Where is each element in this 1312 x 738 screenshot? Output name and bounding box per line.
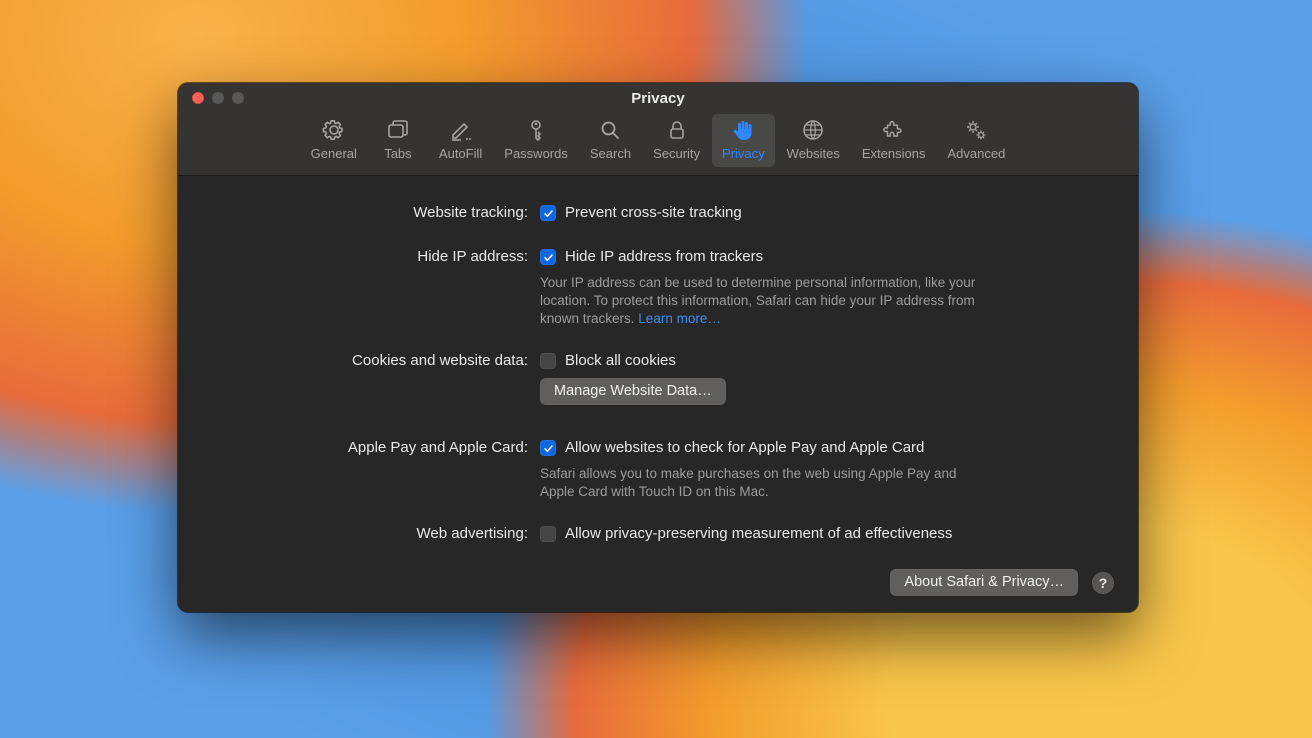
close-window-button[interactable] [192,92,204,104]
hide-ip-label: Hide IP address: [208,246,528,268]
tab-tabs[interactable]: Tabs [369,114,427,167]
tabs-icon [384,118,412,142]
pencil-icon [447,118,475,142]
window-title: Privacy [178,83,1138,106]
globe-icon [799,118,827,142]
tab-general[interactable]: General [301,114,367,167]
apple-pay-label: Apple Pay and Apple Card: [208,437,528,459]
cookies-label: Cookies and website data: [208,350,528,372]
hide-ip-description: Your IP address can be used to determine… [540,274,1010,328]
tab-label: Search [590,146,631,161]
preferences-window: Privacy General Tabs AutoFill Passwords Sear… [178,83,1138,612]
lock-icon [663,118,691,142]
tab-label: Extensions [862,146,926,161]
allow-ad-measurement-checkbox[interactable] [540,526,556,542]
zoom-window-button[interactable] [232,92,244,104]
key-icon [522,118,550,142]
allow-apple-pay-checkbox[interactable] [540,440,556,456]
allow-ad-measurement-label: Allow privacy-preserving measurement of … [565,523,952,545]
tab-label: Passwords [504,146,568,161]
tab-websites[interactable]: Websites [777,114,850,167]
tab-privacy[interactable]: Privacy [712,114,775,167]
minimize-window-button[interactable] [212,92,224,104]
check-icon [543,208,554,219]
hide-ip-from-trackers-label: Hide IP address from trackers [565,246,763,268]
website-tracking-label: Website tracking: [208,202,528,224]
help-button[interactable]: ? [1092,572,1114,594]
tab-autofill[interactable]: AutoFill [429,114,492,167]
hide-ip-from-trackers-checkbox[interactable] [540,249,556,265]
apple-pay-description: Safari allows you to make purchases on t… [540,465,980,501]
allow-apple-pay-label: Allow websites to check for Apple Pay an… [565,437,924,459]
tab-passwords[interactable]: Passwords [494,114,578,167]
tab-label: Websites [787,146,840,161]
prevent-cross-site-tracking-label: Prevent cross-site tracking [565,202,742,224]
tab-label: Privacy [722,146,765,161]
hand-icon [729,118,757,142]
puzzle-icon [880,118,908,142]
tab-label: AutoFill [439,146,482,161]
about-safari-privacy-button[interactable]: About Safari & Privacy… [890,569,1078,596]
privacy-pane: Website tracking: Prevent cross-site tra… [178,176,1138,612]
web-advertising-label: Web advertising: [208,523,528,545]
search-icon [596,118,624,142]
tab-label: Advanced [947,146,1005,161]
preferences-toolbar: General Tabs AutoFill Passwords Search Securi… [178,114,1138,167]
tab-advanced[interactable]: Advanced [937,114,1015,167]
tab-search[interactable]: Search [580,114,641,167]
block-all-cookies-label: Block all cookies [565,350,676,372]
check-icon [543,443,554,454]
tab-label: Security [653,146,700,161]
footer: About Safari & Privacy… ? [890,569,1114,596]
learn-more-link[interactable]: Learn more… [638,311,721,326]
prevent-cross-site-tracking-checkbox[interactable] [540,205,556,221]
tab-label: Tabs [384,146,411,161]
window-controls [192,92,244,104]
gear-icon [320,118,348,142]
titlebar: Privacy General Tabs AutoFill Passwords Sear… [178,83,1138,176]
tab-extensions[interactable]: Extensions [852,114,936,167]
tab-security[interactable]: Security [643,114,710,167]
manage-website-data-button[interactable]: Manage Website Data… [540,378,726,405]
block-all-cookies-checkbox[interactable] [540,353,556,369]
help-icon: ? [1099,575,1108,591]
check-icon [543,252,554,263]
tab-label: General [311,146,357,161]
gears-icon [962,118,990,142]
